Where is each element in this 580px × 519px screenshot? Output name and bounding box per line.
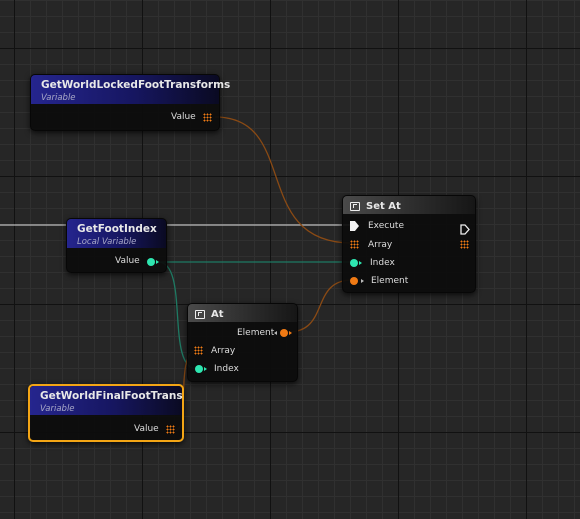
value-pin-label: Value	[171, 112, 196, 122]
index-pin-label: Index	[214, 364, 239, 374]
pin-arrow-icon	[204, 366, 207, 371]
value-pin-label: Value	[134, 424, 159, 434]
element-output-pin-icon[interactable]	[280, 329, 288, 337]
pin-arrow-icon	[288, 330, 292, 335]
node-title: At	[211, 308, 224, 320]
array-wire-locked-to-setat	[214, 116, 353, 244]
array-input-pin-icon[interactable]	[194, 346, 203, 355]
element-pin-label: Element	[237, 328, 275, 338]
array-pin-label: Array	[368, 240, 393, 250]
node-get-world-final-foot-trans[interactable]: GetWorldFinalFootTrans Variable Value	[28, 384, 184, 442]
node-title: GetFootIndex	[77, 223, 157, 235]
node-get-world-locked-foot-transforms[interactable]: GetWorldLockedFootTransforms Variable Va…	[30, 74, 231, 131]
node-title: GetWorldLockedFootTransforms	[41, 79, 231, 91]
value-pin-label: Value	[115, 256, 140, 266]
pin-arrow-icon	[156, 259, 159, 264]
element-input-pin-icon[interactable]	[350, 277, 358, 285]
pin-arrow-icon	[274, 331, 277, 335]
exec-output-pin-icon[interactable]	[460, 220, 470, 235]
element-pin-label: Element	[371, 276, 409, 286]
function-icon	[195, 309, 205, 319]
index-input-pin-icon[interactable]	[195, 365, 203, 373]
exec-output-shape	[460, 224, 470, 235]
node-header: Set At	[343, 196, 475, 214]
node-header: GetWorldFinalFootTrans Variable	[30, 386, 183, 415]
node-title: Set At	[366, 200, 401, 212]
node-title: GetWorldFinalFootTrans	[40, 390, 183, 402]
node-header: GetWorldLockedFootTransforms Variable	[31, 75, 231, 104]
exec-input-pin-icon[interactable]	[350, 221, 359, 231]
node-subtitle: Local Variable	[77, 237, 137, 247]
node-get-foot-index[interactable]: GetFootIndex Local Variable Value	[66, 218, 167, 273]
node-header: At	[188, 304, 297, 322]
pin-arrow-icon	[359, 260, 362, 265]
node-subtitle: Variable	[40, 404, 75, 414]
node-at[interactable]: At Element Array Index	[187, 303, 298, 382]
array-output-pin-icon[interactable]	[460, 240, 469, 249]
index-pin-label: Index	[370, 258, 395, 268]
array-output-pin-icon[interactable]	[203, 113, 212, 122]
index-input-pin-icon[interactable]	[350, 259, 358, 267]
node-header: GetFootIndex Local Variable	[67, 219, 166, 248]
array-pin-label: Array	[211, 346, 236, 356]
execute-pin-label: Execute	[368, 221, 404, 231]
node-subtitle: Variable	[41, 93, 76, 103]
int-output-pin-icon[interactable]	[147, 258, 155, 266]
pin-arrow-icon	[361, 278, 364, 283]
node-set-at[interactable]: Set At Execute Array Index Element	[342, 195, 476, 293]
function-icon	[350, 201, 360, 211]
array-input-pin-icon[interactable]	[350, 240, 359, 249]
array-output-pin-icon[interactable]	[166, 425, 175, 434]
